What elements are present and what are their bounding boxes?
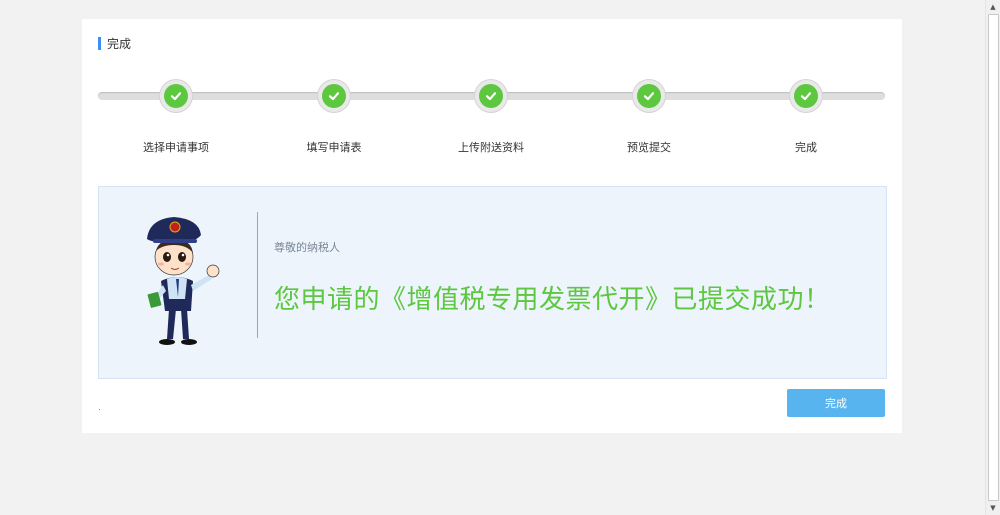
stray-dot (99, 409, 100, 410)
check-icon (485, 92, 497, 101)
step-4-indicator (633, 80, 665, 112)
check-icon (170, 92, 182, 101)
step-3-label: 上传附送资料 (458, 141, 524, 154)
step-3-indicator (475, 80, 507, 112)
step-2-label: 填写申请表 (306, 141, 362, 154)
step-4-label: 预览提交 (627, 141, 671, 154)
scroll-thumb[interactable] (988, 14, 999, 501)
step-5-label: 完成 (795, 141, 817, 154)
vertical-divider (257, 212, 258, 338)
success-box: 尊敬的纳税人 您申请的《增值税专用发票代开》已提交成功！ (98, 186, 887, 379)
section-accent-bar (98, 36, 101, 50)
success-message: 您申请的《增值税专用发票代开》已提交成功！ (274, 285, 831, 315)
step-2-indicator (318, 80, 350, 112)
check-icon (800, 92, 812, 101)
vertical-scrollbar[interactable]: ▲ ▼ (985, 0, 1000, 515)
step-1-label: 选择申请事项 (143, 141, 209, 154)
finish-button[interactable]: 完成 (787, 389, 885, 417)
section-header: 完成 (98, 35, 131, 51)
check-icon (643, 92, 655, 101)
scroll-up-arrow-icon[interactable]: ▲ (986, 0, 1000, 14)
step-5-indicator (790, 80, 822, 112)
greeting-text: 尊敬的纳税人 (274, 241, 340, 254)
step-1-indicator (160, 80, 192, 112)
tax-officer-mascot-image (147, 217, 220, 345)
section-title: 完成 (107, 36, 132, 51)
content-panel: 完成 选择申请事项 填写申请表 上传附送资料 预览提交 完成 尊敬的纳税人 您申… (82, 19, 902, 433)
check-icon (328, 92, 340, 101)
scroll-down-arrow-icon[interactable]: ▼ (986, 501, 1000, 515)
